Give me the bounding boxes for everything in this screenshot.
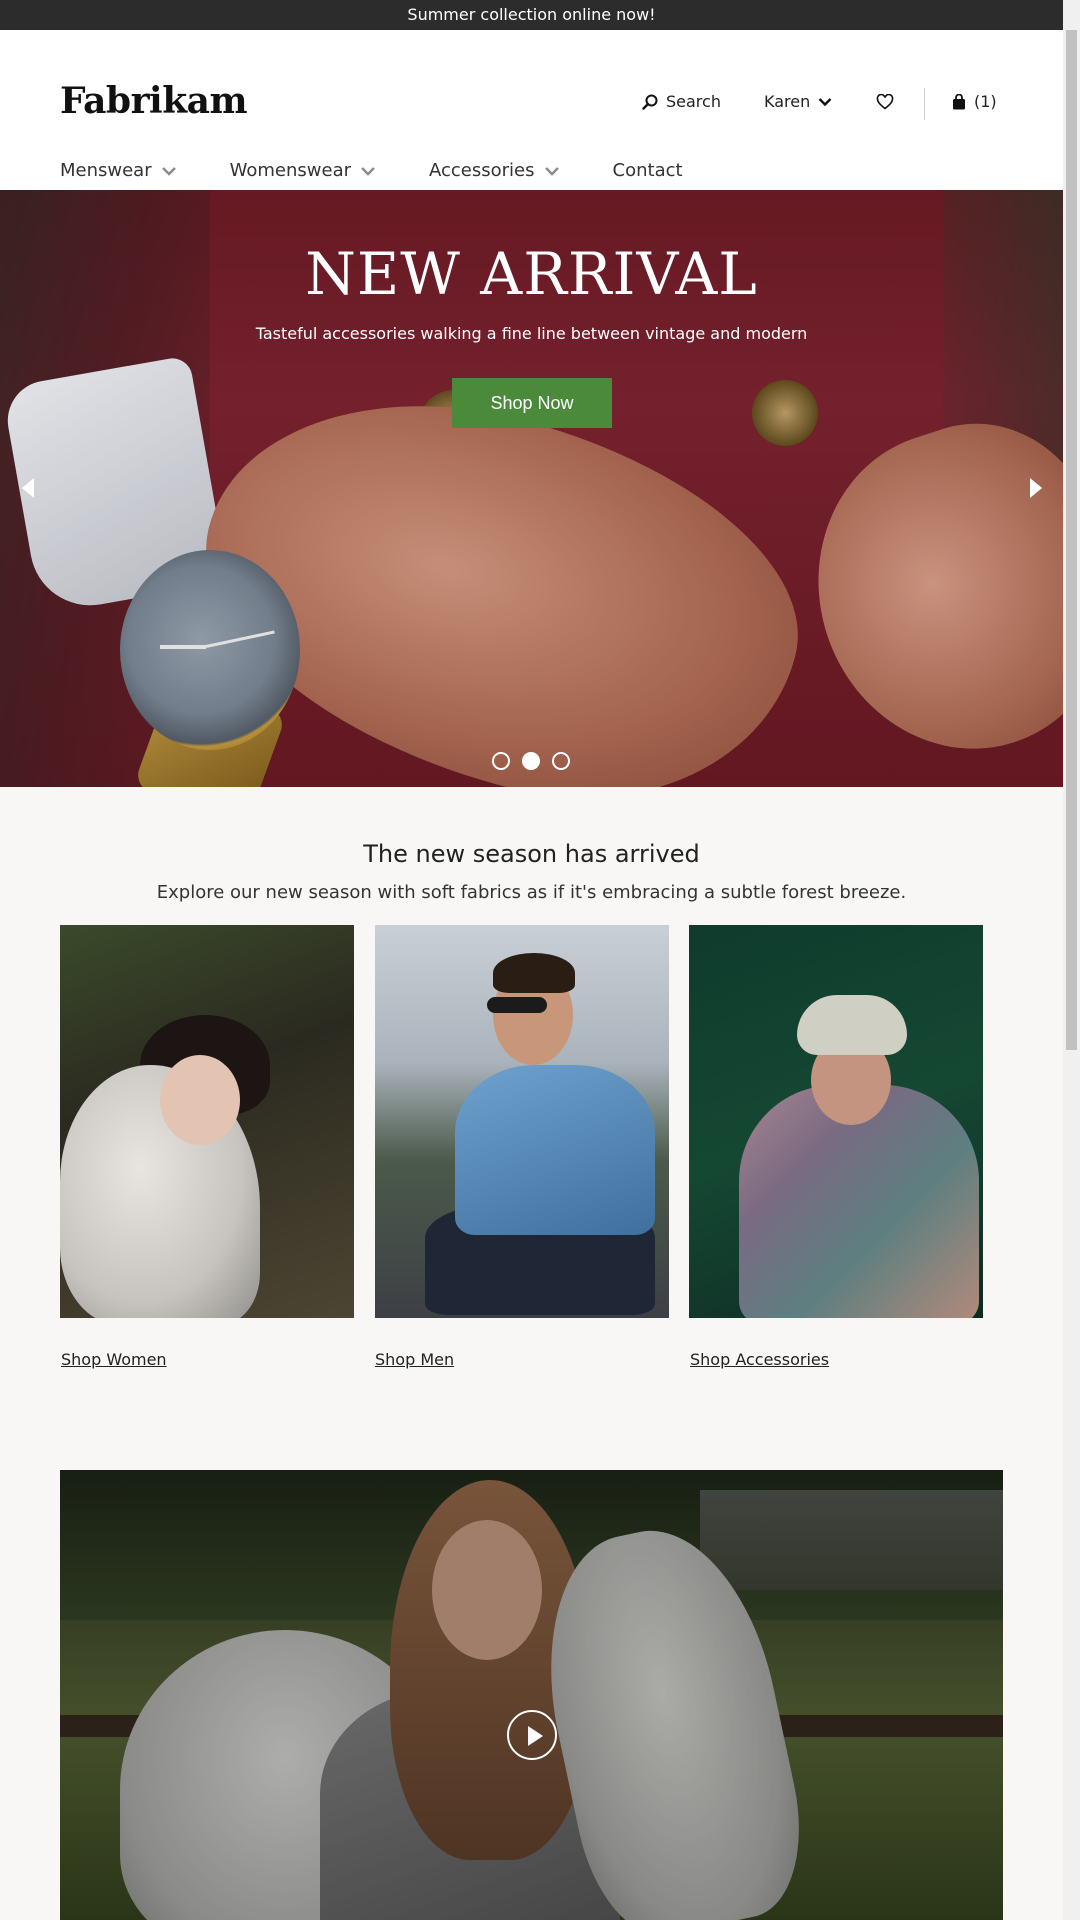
carousel-dot-1[interactable] — [492, 752, 510, 770]
section-title: The new season has arrived — [363, 840, 700, 868]
page-viewport: Summer collection online now! Fabrikam S… — [0, 0, 1063, 1920]
nav-label: Menswear — [60, 160, 152, 181]
main-nav: Menswear Womenswear Accessories Contact — [60, 160, 731, 181]
model-face — [160, 1055, 240, 1145]
search-icon — [642, 94, 658, 110]
search-label: Search — [666, 92, 721, 111]
carousel-indicators — [492, 752, 570, 770]
brand-logo[interactable]: Fabrikam — [60, 80, 248, 122]
nav-item-accessories[interactable]: Accessories — [429, 160, 561, 181]
heart-icon — [876, 94, 894, 110]
user-menu[interactable]: Karen — [764, 92, 832, 111]
model-shirt — [455, 1065, 655, 1235]
user-name: Karen — [764, 92, 811, 111]
hero-title: NEW ARRIVAL — [305, 240, 758, 308]
men-image[interactable] — [375, 925, 669, 1318]
cart-count: (1) — [974, 92, 997, 111]
model-hair — [493, 953, 575, 993]
shop-men-link[interactable]: Shop Men — [375, 1350, 454, 1369]
shop-now-button[interactable]: Shop Now — [452, 378, 612, 428]
page-scrollbar[interactable] — [1063, 0, 1080, 1920]
model-headband — [797, 995, 907, 1055]
chevron-down-icon — [161, 166, 176, 176]
scrollbar-thumb[interactable] — [1066, 30, 1077, 1050]
play-icon[interactable] — [507, 1710, 557, 1760]
chevron-down-icon — [818, 97, 832, 106]
search-button[interactable]: Search — [642, 92, 721, 111]
hero-carousel: NEW ARRIVAL Tasteful accessories walking… — [0, 190, 1063, 787]
nav-label: Contact — [612, 160, 683, 181]
cart-button[interactable]: (1) — [952, 92, 997, 111]
chevron-down-icon — [361, 166, 375, 176]
announcement-bar: Summer collection online now! — [0, 0, 1063, 30]
section-subtitle: Explore our new season with soft fabrics… — [156, 882, 907, 903]
video-player[interactable] — [60, 1470, 1003, 1920]
chevron-right-icon[interactable] — [1024, 474, 1048, 502]
carousel-dot-3[interactable] — [552, 752, 570, 770]
site-header: Fabrikam Search Karen (1) Menswear Women… — [0, 30, 1063, 190]
carousel-dot-2[interactable] — [522, 752, 540, 770]
shop-accessories-link[interactable]: Shop Accessories — [690, 1350, 829, 1369]
wishlist-button[interactable] — [876, 94, 894, 110]
hero-subtitle: Tasteful accessories walking a fine line… — [255, 324, 808, 343]
model-sunglasses — [487, 997, 547, 1013]
chevron-down-icon — [544, 166, 559, 176]
nav-label: Accessories — [429, 160, 535, 181]
nav-item-menswear[interactable]: Menswear — [60, 160, 178, 181]
accessories-image[interactable] — [689, 925, 983, 1318]
header-divider — [924, 88, 925, 120]
women-image[interactable] — [60, 925, 354, 1318]
chevron-left-icon[interactable] — [16, 474, 40, 502]
video-overlay — [60, 1470, 1003, 1920]
shop-women-link[interactable]: Shop Women — [61, 1350, 167, 1369]
nav-label: Womenswear — [229, 160, 352, 181]
nav-item-womenswear[interactable]: Womenswear — [230, 160, 377, 181]
nav-item-contact[interactable]: Contact — [613, 160, 683, 181]
shopping-bag-icon — [953, 93, 965, 109]
